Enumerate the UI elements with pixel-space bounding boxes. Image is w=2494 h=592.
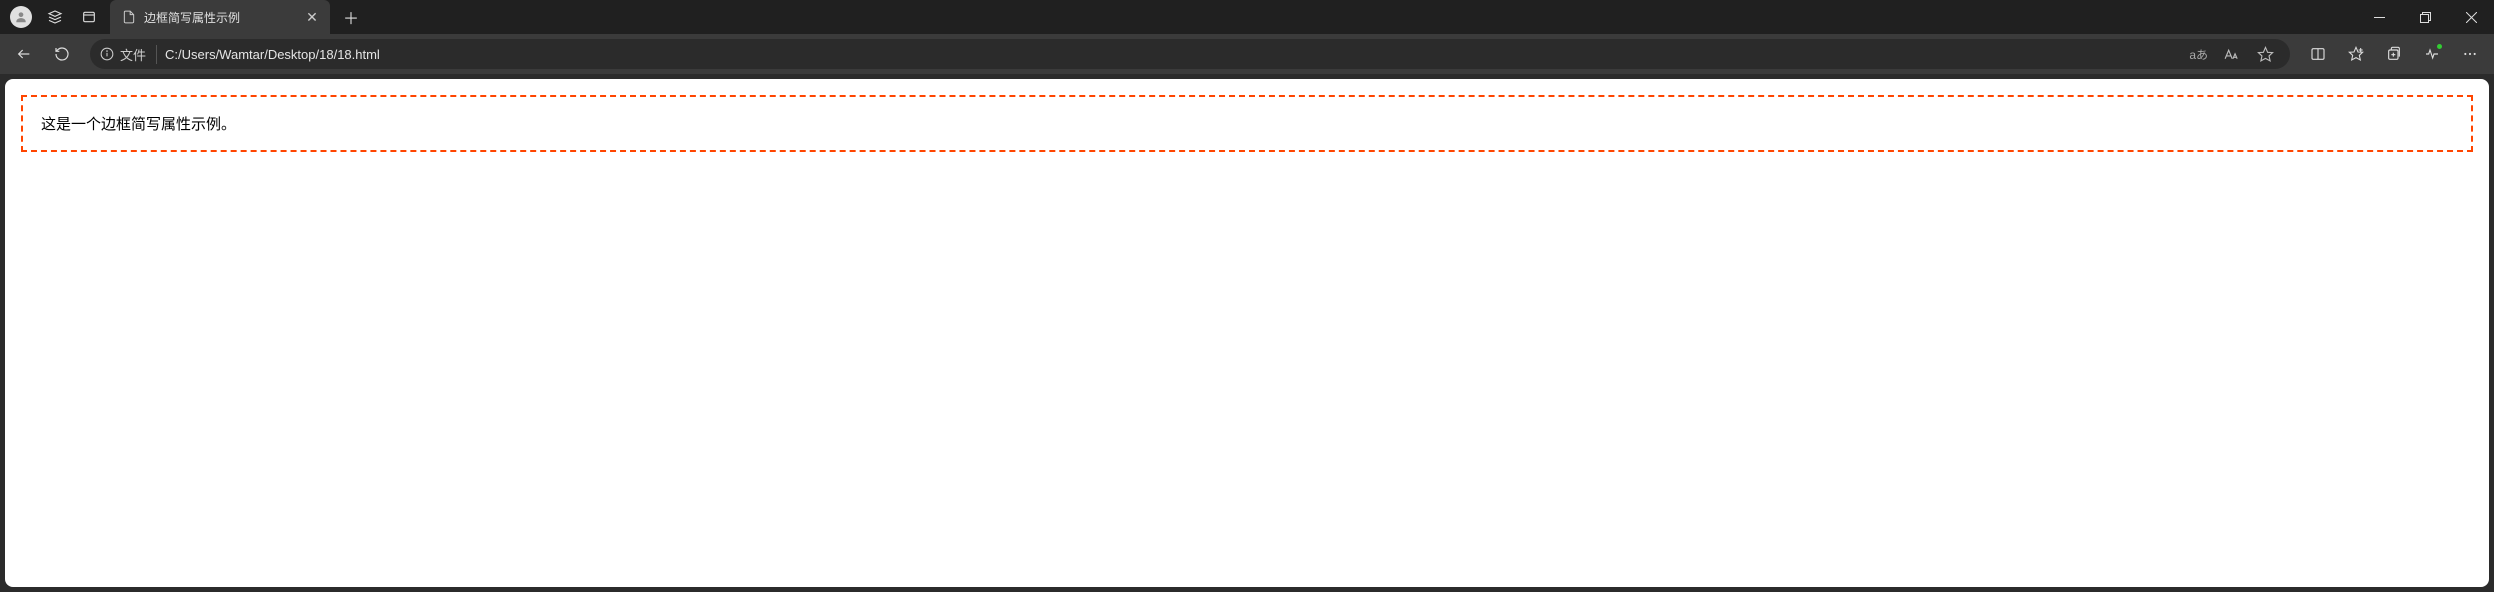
split-screen-button[interactable]: [2300, 36, 2336, 72]
more-icon: [2462, 46, 2478, 62]
star-plus-icon: [2348, 46, 2364, 62]
window-controls: [2356, 0, 2494, 34]
info-icon: [100, 47, 114, 61]
tab-actions-icon[interactable]: [72, 0, 106, 34]
url-prefix-label: 文件: [120, 45, 146, 64]
example-text: 这是一个边框简写属性示例。: [41, 116, 236, 133]
profile-button[interactable]: [4, 0, 38, 34]
page-viewport: 这是一个边框简写属性示例。: [0, 74, 2494, 592]
titlebar-left: 边框简写属性示例 ✕ ＋: [0, 0, 366, 34]
close-button[interactable]: [2448, 0, 2494, 34]
back-button[interactable]: [6, 36, 42, 72]
star-icon: [2257, 46, 2274, 63]
site-info[interactable]: 文件: [100, 45, 157, 64]
titlebar: 边框简写属性示例 ✕ ＋: [0, 0, 2494, 34]
minimize-button[interactable]: [2356, 0, 2402, 34]
address-bar[interactable]: 文件 C:/Users/Wamtar/Desktop/18/18.html aあ: [90, 39, 2290, 69]
favorite-button[interactable]: [2250, 39, 2280, 69]
translate-label: aあ: [2189, 46, 2208, 63]
bordered-example-box: 这是一个边框简写属性示例。: [21, 95, 2473, 152]
browser-tab[interactable]: 边框简写属性示例 ✕: [110, 0, 330, 34]
browser-toolbar: 文件 C:/Users/Wamtar/Desktop/18/18.html aあ: [0, 34, 2494, 74]
collections-button[interactable]: [2376, 36, 2412, 72]
status-dot: [2437, 44, 2442, 49]
refresh-button[interactable]: [44, 36, 80, 72]
url-text: C:/Users/Wamtar/Desktop/18/18.html: [165, 47, 2177, 62]
maximize-button[interactable]: [2402, 0, 2448, 34]
file-icon: [122, 10, 136, 24]
workspaces-icon[interactable]: [38, 0, 72, 34]
addressbar-actions: aあ: [2185, 39, 2280, 69]
page-content: 这是一个边框简写属性示例。: [5, 79, 2489, 587]
text-size-icon: [2223, 46, 2240, 63]
new-tab-button[interactable]: ＋: [336, 2, 366, 32]
split-icon: [2310, 46, 2326, 62]
collections-icon: [2386, 46, 2402, 62]
profile-avatar: [10, 6, 32, 28]
translate-button[interactable]: aあ: [2185, 39, 2212, 69]
browser-essentials-button[interactable]: [2414, 36, 2450, 72]
favorites-button[interactable]: [2338, 36, 2374, 72]
settings-menu-button[interactable]: [2452, 36, 2488, 72]
tab-title: 边框简写属性示例: [144, 9, 296, 26]
read-aloud-button[interactable]: [2216, 39, 2246, 69]
tab-close-button[interactable]: ✕: [304, 9, 320, 25]
